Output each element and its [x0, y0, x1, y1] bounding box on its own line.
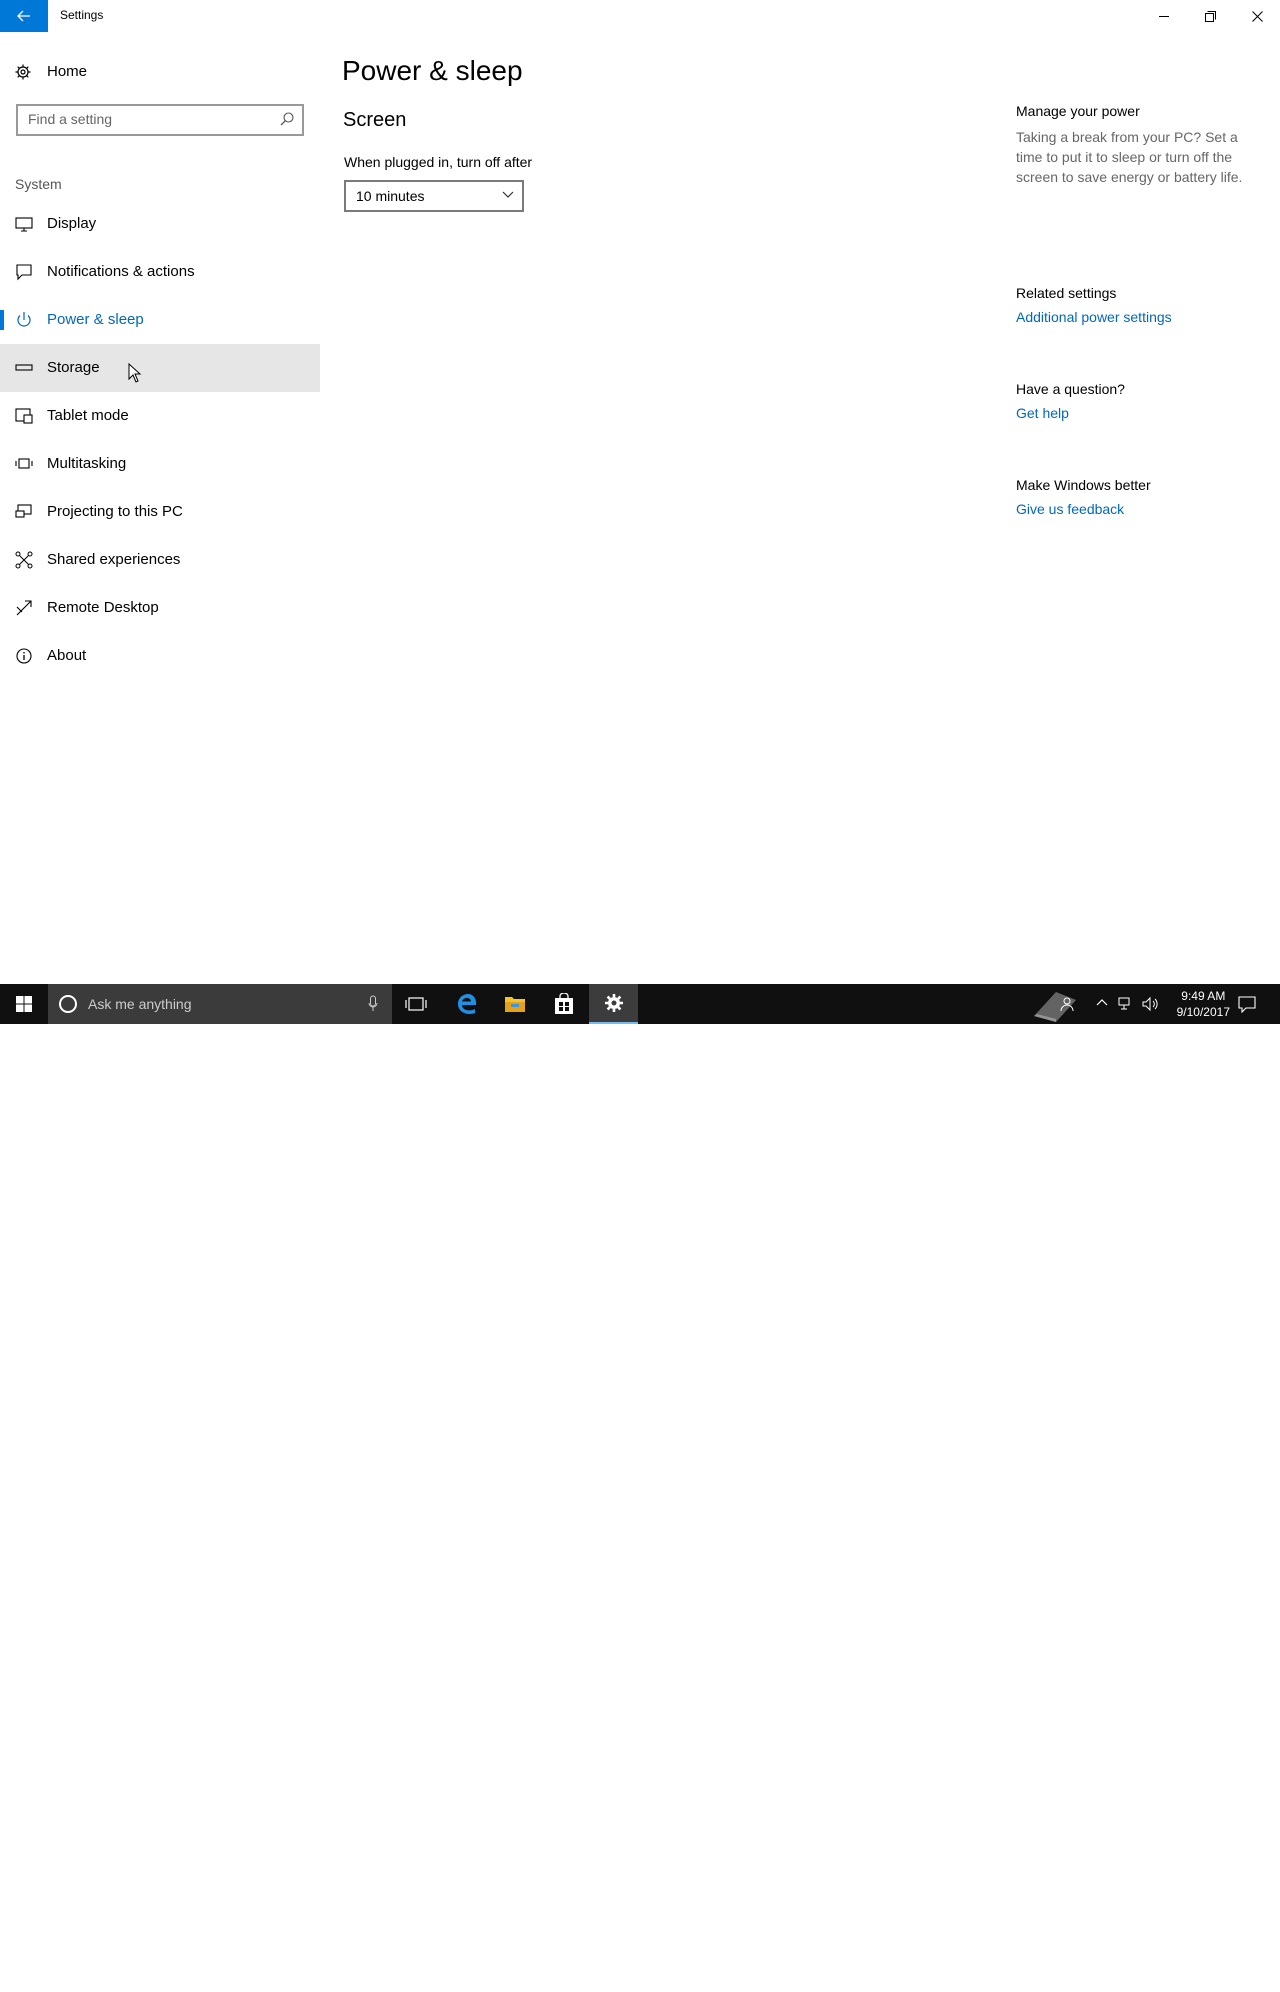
system-group-label: System: [15, 176, 62, 192]
clock[interactable]: 9:49 AM 9/10/2017: [1177, 988, 1230, 1020]
sidebar-item-storage[interactable]: Storage: [0, 344, 320, 392]
action-center-icon[interactable]: [1238, 995, 1256, 1013]
manage-power-heading: Manage your power: [1016, 103, 1140, 119]
question-heading: Have a question?: [1016, 381, 1125, 397]
back-button[interactable]: [0, 0, 48, 32]
page-title: Power & sleep: [342, 55, 523, 86]
sidebar-item-about[interactable]: About: [0, 632, 320, 680]
windows-better-heading: Make Windows better: [1016, 477, 1151, 493]
cortana-search-box[interactable]: Ask me anything: [48, 984, 392, 1024]
minimize-icon: [1158, 15, 1169, 17]
screen-timeout-dropdown[interactable]: 10 minutes: [344, 180, 524, 212]
related-settings-heading: Related settings: [1016, 285, 1117, 301]
search-placeholder: Find a setting: [28, 111, 113, 127]
gear-icon: [604, 994, 623, 1012]
watermark-text: TheCollectionBook: [1092, 1972, 1235, 1991]
close-button[interactable]: [1234, 0, 1280, 32]
sidebar-item-shared-experiences[interactable]: Shared experiences: [0, 536, 320, 584]
sidebar-item-power-sleep[interactable]: Power & sleep: [0, 296, 320, 344]
sidebar-item-label: Shared experiences: [47, 551, 181, 568]
get-help-link[interactable]: Get help: [1016, 405, 1266, 421]
start-button[interactable]: [0, 984, 48, 1024]
sidebar-item-remote-desktop[interactable]: Remote Desktop: [0, 584, 320, 632]
search-icon: [280, 112, 294, 126]
sidebar-item-label: Multitasking: [47, 455, 127, 472]
folder-icon: [505, 997, 525, 1012]
feedback-panel: Make Windows better Give us feedback: [1016, 477, 1266, 517]
multitask-icon: [15, 458, 33, 469]
microphone-icon: [368, 995, 378, 1011]
sidebar-item-multitasking[interactable]: Multitasking: [0, 440, 320, 488]
edge-button[interactable]: [443, 984, 491, 1024]
windows-logo-icon: [16, 996, 32, 1012]
sidebar: Home Find a setting System Display Notif…: [0, 32, 320, 984]
info-icon: [16, 648, 32, 664]
task-view-icon: [405, 997, 427, 1011]
back-arrow-icon: [17, 10, 30, 22]
give-feedback-link[interactable]: Give us feedback: [1016, 501, 1266, 517]
mouse-cursor-icon: [128, 363, 142, 383]
sidebar-item-label: Display: [47, 215, 97, 232]
dropdown-value: 10 minutes: [356, 188, 425, 204]
cortana-circle-icon: [59, 995, 77, 1013]
minimize-button[interactable]: [1141, 0, 1187, 32]
sidebar-item-label: About: [47, 647, 87, 664]
task-view-button[interactable]: [392, 984, 440, 1024]
sidebar-item-label: Storage: [47, 359, 100, 376]
gear-icon: [15, 64, 31, 80]
store-button[interactable]: [540, 984, 588, 1024]
sidebar-item-label: Remote Desktop: [47, 599, 159, 616]
sidebar-item-label: Tablet mode: [47, 407, 129, 424]
chevron-up-icon[interactable]: [1096, 998, 1108, 1006]
restore-button[interactable]: [1187, 0, 1233, 32]
manage-power-text: Taking a break from your PC? Set a time …: [1016, 129, 1243, 185]
chevron-down-icon: [502, 191, 514, 198]
project-icon: [15, 504, 32, 518]
file-explorer-button[interactable]: [491, 984, 539, 1024]
close-icon: [1251, 10, 1263, 22]
tablet-icon: [15, 408, 33, 424]
taskbar: Ask me anything 9:49 AM 9/10/2017 TheCol…: [0, 984, 1280, 1991]
window-title: Settings: [60, 8, 104, 22]
sidebar-item-notifications[interactable]: Notifications & actions: [0, 248, 320, 296]
sidebar-item-display[interactable]: Display: [0, 200, 320, 248]
message-icon: [16, 264, 32, 281]
sidebar-item-label: Projecting to this PC: [47, 503, 183, 520]
restore-icon: [1204, 10, 1216, 22]
watermark-book-logo: [1034, 992, 1076, 1022]
edge-browser-icon: [458, 994, 476, 1014]
search-input[interactable]: Find a setting: [16, 104, 304, 136]
settings-taskbar-button[interactable]: [589, 984, 638, 1024]
store-bag-icon: [555, 993, 573, 1014]
plugged-in-label: When plugged in, turn off after: [344, 154, 533, 170]
drive-icon: [15, 364, 33, 371]
people-icon: [1060, 997, 1074, 1012]
clock-date: 9/10/2017: [1176, 1005, 1230, 1019]
related-settings-panel: Related settings Additional power settin…: [1016, 285, 1266, 325]
cortana-placeholder: Ask me anything: [88, 996, 192, 1012]
network-icon[interactable]: [1118, 996, 1134, 1012]
additional-power-settings-link[interactable]: Additional power settings: [1016, 309, 1266, 325]
remote-icon: [16, 600, 32, 616]
sidebar-item-tablet-mode[interactable]: Tablet mode: [0, 392, 320, 440]
manage-power-panel: Manage your power Taking a break from yo…: [1016, 103, 1266, 187]
sidebar-item-label: Notifications & actions: [47, 263, 195, 280]
home-label: Home: [47, 63, 88, 80]
share-icon: [15, 551, 33, 569]
section-title-screen: Screen: [343, 109, 407, 131]
title-bar: Settings: [0, 0, 1280, 32]
question-panel: Have a question? Get help: [1016, 381, 1266, 421]
home-nav-item[interactable]: Home: [0, 56, 320, 88]
monitor-icon: [15, 217, 33, 232]
volume-icon[interactable]: [1142, 996, 1160, 1012]
clock-time: 9:49 AM: [1181, 989, 1226, 1003]
sidebar-item-projecting[interactable]: Projecting to this PC: [0, 488, 320, 536]
sidebar-nav: Display Notifications & actions Power & …: [0, 200, 320, 680]
power-icon: [17, 312, 31, 327]
sidebar-item-label: Power & sleep: [47, 311, 144, 328]
